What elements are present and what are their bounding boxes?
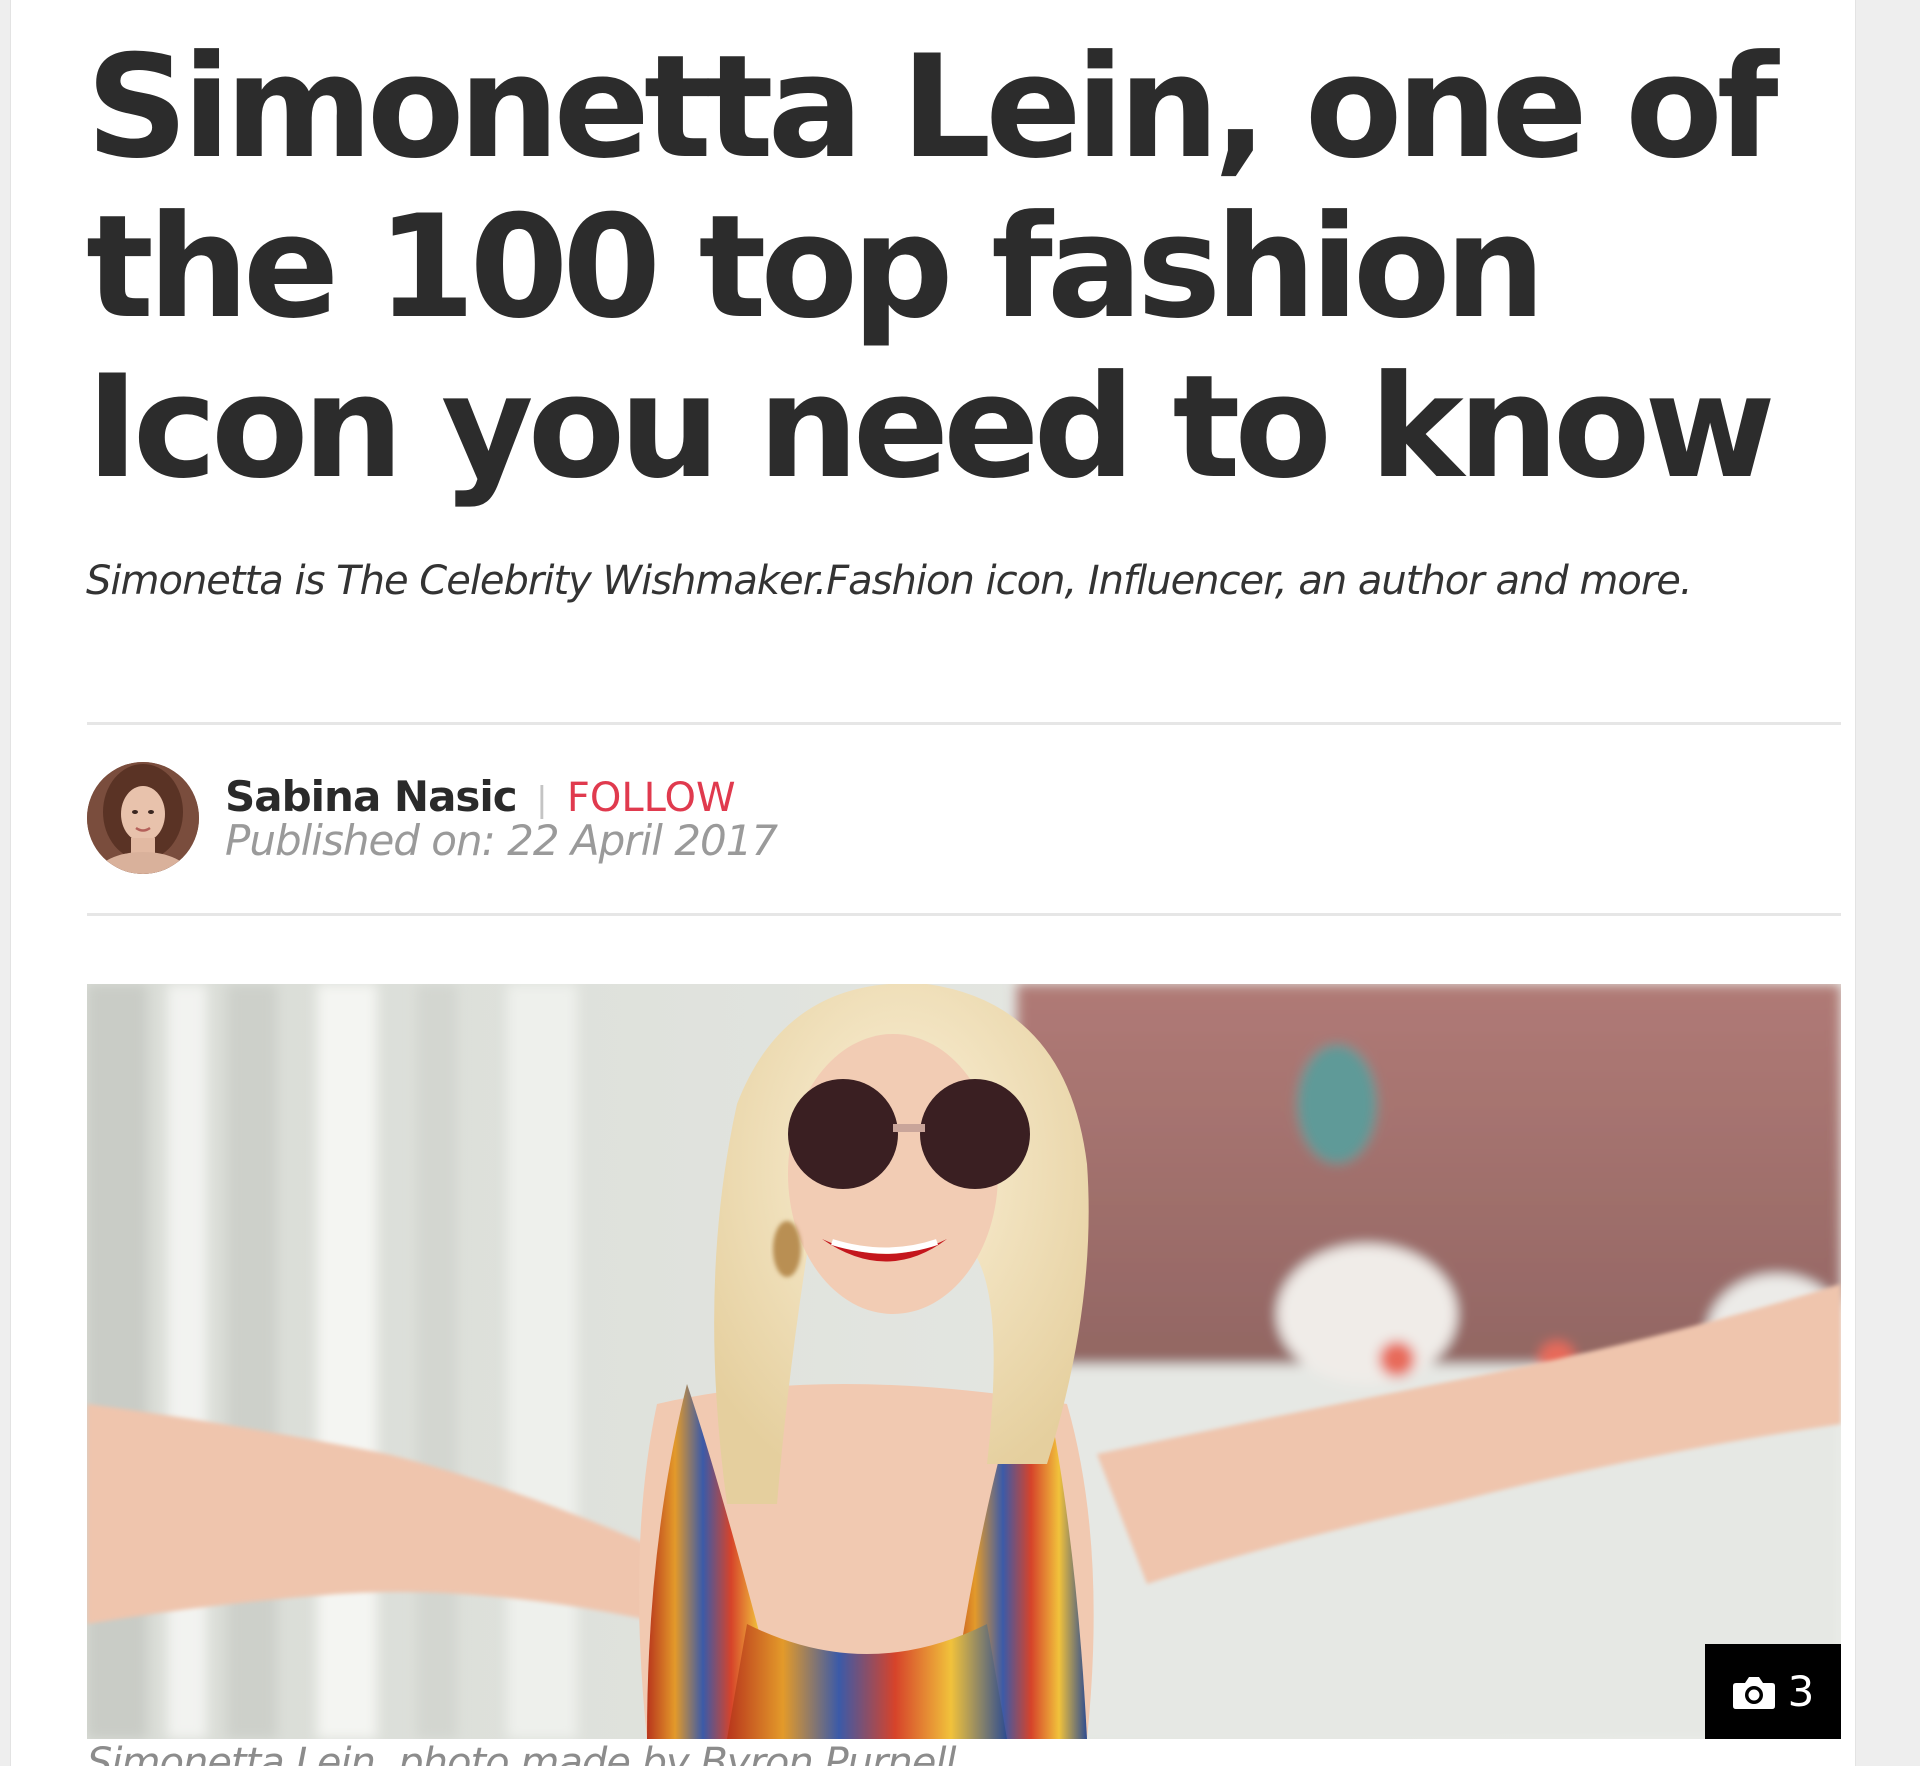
byline-bottom-divider xyxy=(87,913,1841,916)
article-card: Simonetta Lein, one of the 100 top fashi… xyxy=(10,0,1856,1766)
author-avatar[interactable] xyxy=(87,762,199,874)
article-title: Simonetta Lein, one of the 100 top fashi… xyxy=(86,25,1779,510)
article-subtitle: Simonetta is The Celebrity Wishmaker.Fas… xyxy=(86,558,1693,604)
article-hero-photo[interactable]: 3 xyxy=(87,984,1841,1739)
camera-icon xyxy=(1732,1676,1775,1709)
gallery-badge[interactable]: 3 xyxy=(1705,1644,1841,1739)
avatar-image xyxy=(87,762,199,874)
photo-caption: Simonetta Lein, photo made by Byron Purn… xyxy=(87,1740,957,1766)
gallery-count: 3 xyxy=(1787,1667,1815,1716)
byline-top-divider xyxy=(87,722,1841,725)
author-name[interactable]: Sabina Nasic xyxy=(225,772,518,821)
byline-separator: | xyxy=(536,780,548,820)
published-date: Published on: 22 April 2017 xyxy=(225,816,778,865)
hero-photo-image xyxy=(87,984,1841,1739)
follow-button[interactable]: FOLLOW xyxy=(567,775,736,821)
